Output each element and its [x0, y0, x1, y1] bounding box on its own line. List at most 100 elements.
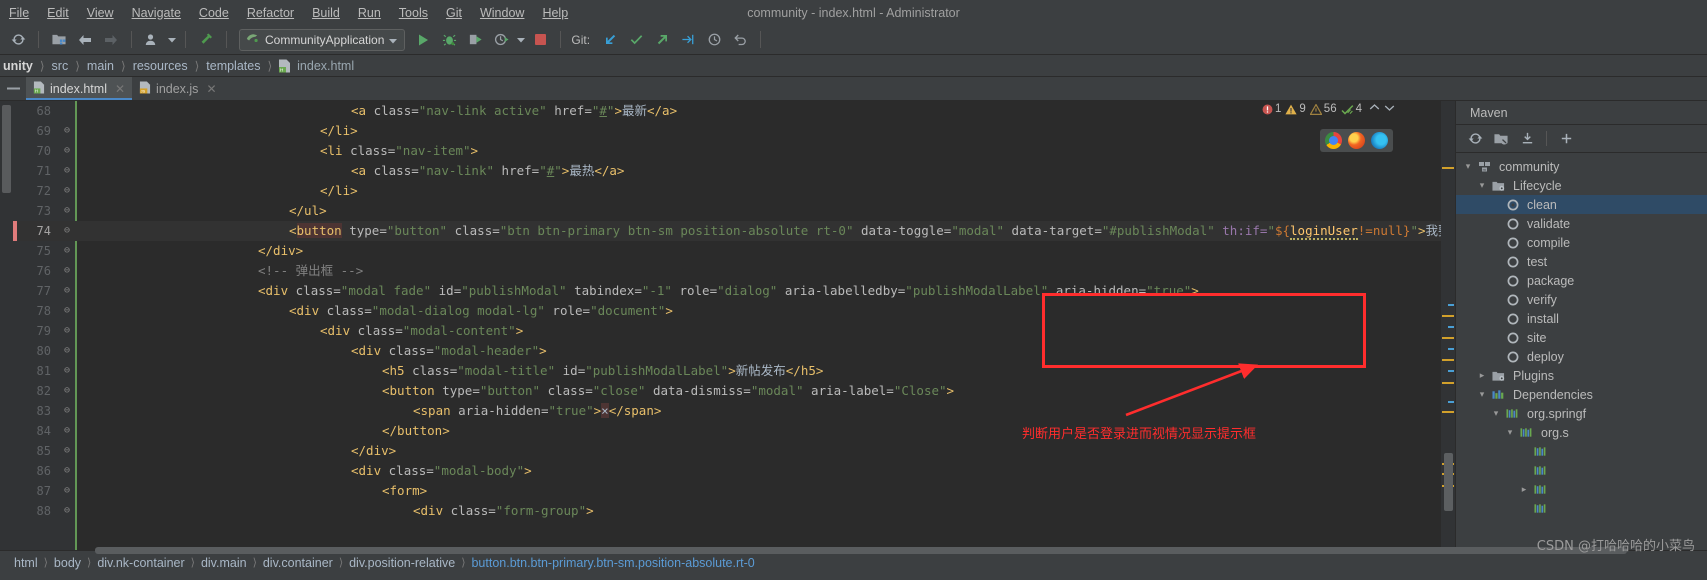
code-line[interactable]: 80 ⊖ <div class="modal-header"> [13, 341, 1455, 361]
code-line[interactable]: 78 ⊖ <div class="modal-dialog modal-lg" ro… [13, 301, 1455, 321]
maven-tree-node[interactable]: ▾ org.springf [1456, 404, 1707, 423]
chevron-down-icon[interactable]: ▾ [1490, 408, 1502, 419]
chevron-down-icon[interactable]: ▾ [1462, 161, 1474, 172]
tab-index-js[interactable]: JS index.js ✕ [132, 77, 223, 100]
code-fold-marker[interactable]: ⊖ [59, 381, 75, 401]
maven-tree-node[interactable] [1456, 499, 1707, 518]
menu-item-code[interactable]: Code [190, 3, 238, 23]
code-fold-marker[interactable]: ⊖ [59, 261, 75, 281]
code-fold-marker[interactable]: ⊖ [59, 301, 75, 321]
code-line[interactable]: 72 ⊖ </li> [13, 181, 1455, 201]
warning-count-badge[interactable]: 9 [1285, 103, 1306, 115]
back-arrow-icon[interactable] [73, 29, 97, 51]
menu-item-window[interactable]: Window [471, 3, 533, 23]
code-fold-marker[interactable]: ⊖ [59, 361, 75, 381]
chevron-right-icon[interactable]: ▸ [1476, 370, 1488, 381]
maven-tree-node[interactable]: install [1456, 309, 1707, 328]
maven-tree-node[interactable] [1456, 461, 1707, 480]
tab-index-html[interactable]: H index.html ✕ [26, 77, 133, 100]
inspection-widget[interactable]: 1 9 56 4 [1262, 103, 1395, 115]
code-fold-marker[interactable]: ⊖ [59, 441, 75, 461]
maven-tree[interactable]: ▾ m community ▾ Lifecycle clean validate compil… [1456, 153, 1707, 518]
code-fold-marker[interactable]: ⊖ [59, 481, 75, 501]
breadcrumb-project[interactable]: unity [0, 59, 36, 73]
code-editor[interactable]: 68 <a class="nav-link active" href="#">最新… [0, 101, 1455, 550]
code-line[interactable]: 82 ⊖ <button type="button" class="close" d… [13, 381, 1455, 401]
element-crumb-button[interactable]: button.btn.btn-primary.btn-sm.position-a… [467, 556, 758, 570]
code-line[interactable]: 81 ⊖ <h5 class="modal-title" id="publishMo… [13, 361, 1455, 381]
chevron-right-icon[interactable]: ▸ [1518, 484, 1530, 495]
maven-tree-node[interactable]: ▸ [1456, 480, 1707, 499]
code-fold-marker[interactable]: ⊖ [59, 281, 75, 301]
code-fold-marker[interactable]: ⊖ [59, 221, 75, 241]
element-crumb-nk-container[interactable]: div.nk-container [93, 556, 188, 570]
code-line[interactable]: 83 ⊖ <span aria-hidden="true">×</span> [13, 401, 1455, 421]
code-fold-marker[interactable]: ⊖ [59, 321, 75, 341]
menu-item-git[interactable]: Git [437, 3, 471, 23]
menu-item-view[interactable]: View [78, 3, 123, 23]
code-fold-marker[interactable]: ⊖ [59, 201, 75, 221]
profile-user-icon[interactable] [140, 29, 164, 51]
maven-tree-node[interactable]: ▾ Lifecycle [1456, 176, 1707, 195]
editor-error-stripe[interactable] [1441, 101, 1455, 550]
code-line[interactable]: 79 ⊖ <div class="modal-content"> [13, 321, 1455, 341]
error-count-badge[interactable]: 1 [1262, 103, 1281, 115]
code-line[interactable]: 75 ⊖ </div> [13, 241, 1455, 261]
code-fold-marker[interactable]: ⊖ [59, 501, 75, 521]
download-sources-icon[interactable] [1516, 129, 1538, 149]
breadcrumb-templates[interactable]: templates [203, 59, 263, 73]
code-line[interactable]: 71 ⊖ <a class="nav-link" href="#">最热</a> [13, 161, 1455, 181]
maven-tree-node[interactable]: clean [1456, 195, 1707, 214]
scrollbar-thumb[interactable] [2, 105, 11, 193]
inspection-next-icon[interactable] [1384, 103, 1395, 115]
maven-tree-node[interactable]: verify [1456, 290, 1707, 309]
forward-arrow-icon[interactable] [99, 29, 123, 51]
maven-tree-node[interactable]: compile [1456, 233, 1707, 252]
code-fold-marker[interactable]: ⊖ [59, 121, 75, 141]
code-fold-marker[interactable]: ⊖ [59, 421, 75, 441]
code-line[interactable]: 68 <a class="nav-link active" href="#">最新… [13, 101, 1455, 121]
run-configuration-selector[interactable]: CommunityApplication [239, 28, 406, 51]
editor-vertical-scrollbar-thumb[interactable] [1444, 453, 1453, 511]
maven-tree-node[interactable]: package [1456, 271, 1707, 290]
breadcrumb-main[interactable]: main [84, 59, 117, 73]
code-line[interactable]: 86 ⊖ <div class="modal-body"> [13, 461, 1455, 481]
add-icon[interactable] [1555, 129, 1577, 149]
code-fold-marker[interactable]: ⊖ [59, 161, 75, 181]
maven-tree-node[interactable]: test [1456, 252, 1707, 271]
project-structure-icon[interactable] [47, 29, 71, 51]
run-config-chevron-icon[interactable] [389, 33, 398, 47]
stop-button[interactable] [528, 29, 552, 51]
code-line[interactable]: 76 ⊖ <!-- 弹出框 --> [13, 261, 1455, 281]
menu-item-edit[interactable]: Edit [38, 3, 78, 23]
code-line[interactable]: 74 ⊖ <button type="button" class="btn btn-… [13, 221, 1455, 241]
code-line[interactable]: 85 ⊖ </div> [13, 441, 1455, 461]
sync-icon[interactable] [6, 29, 30, 51]
code-line[interactable]: 87 ⊖ <form> [13, 481, 1455, 501]
code-line[interactable]: 88 ⊖ <div class="form-group"> [13, 501, 1455, 521]
menu-item-tools[interactable]: Tools [390, 3, 437, 23]
chrome-icon[interactable] [1325, 132, 1342, 149]
code-line[interactable]: 69 ⊖ </li> [13, 121, 1455, 141]
breadcrumb-src[interactable]: src [49, 59, 72, 73]
element-crumb-main[interactable]: div.main [197, 556, 251, 570]
chevron-down-icon[interactable]: ▾ [1504, 427, 1516, 438]
toggle-offline-icon[interactable] [1490, 129, 1512, 149]
build-hammer-icon[interactable] [194, 29, 218, 51]
code-line[interactable]: 73 ⊖ </ul> [13, 201, 1455, 221]
git-rebase-icon[interactable] [676, 29, 700, 51]
chevron-down-icon[interactable]: ▾ [1476, 180, 1488, 191]
edge-icon[interactable] [1371, 132, 1388, 149]
breadcrumb-file[interactable]: index.html [294, 59, 357, 73]
menu-item-run[interactable]: Run [349, 3, 390, 23]
git-push-icon[interactable] [650, 29, 674, 51]
breadcrumb-resources[interactable]: resources [130, 59, 191, 73]
code-line[interactable]: 70 ⊖ <li class="nav-item"> [13, 141, 1455, 161]
inspection-prev-icon[interactable] [1369, 103, 1380, 115]
element-crumb-html[interactable]: html [10, 556, 42, 570]
run-button[interactable] [411, 29, 435, 51]
hide-tabs-button[interactable] [0, 77, 26, 100]
element-crumb-position-relative[interactable]: div.position-relative [345, 556, 459, 570]
maven-tree-node[interactable]: deploy [1456, 347, 1707, 366]
maven-tree-node[interactable]: ▾ m community [1456, 157, 1707, 176]
